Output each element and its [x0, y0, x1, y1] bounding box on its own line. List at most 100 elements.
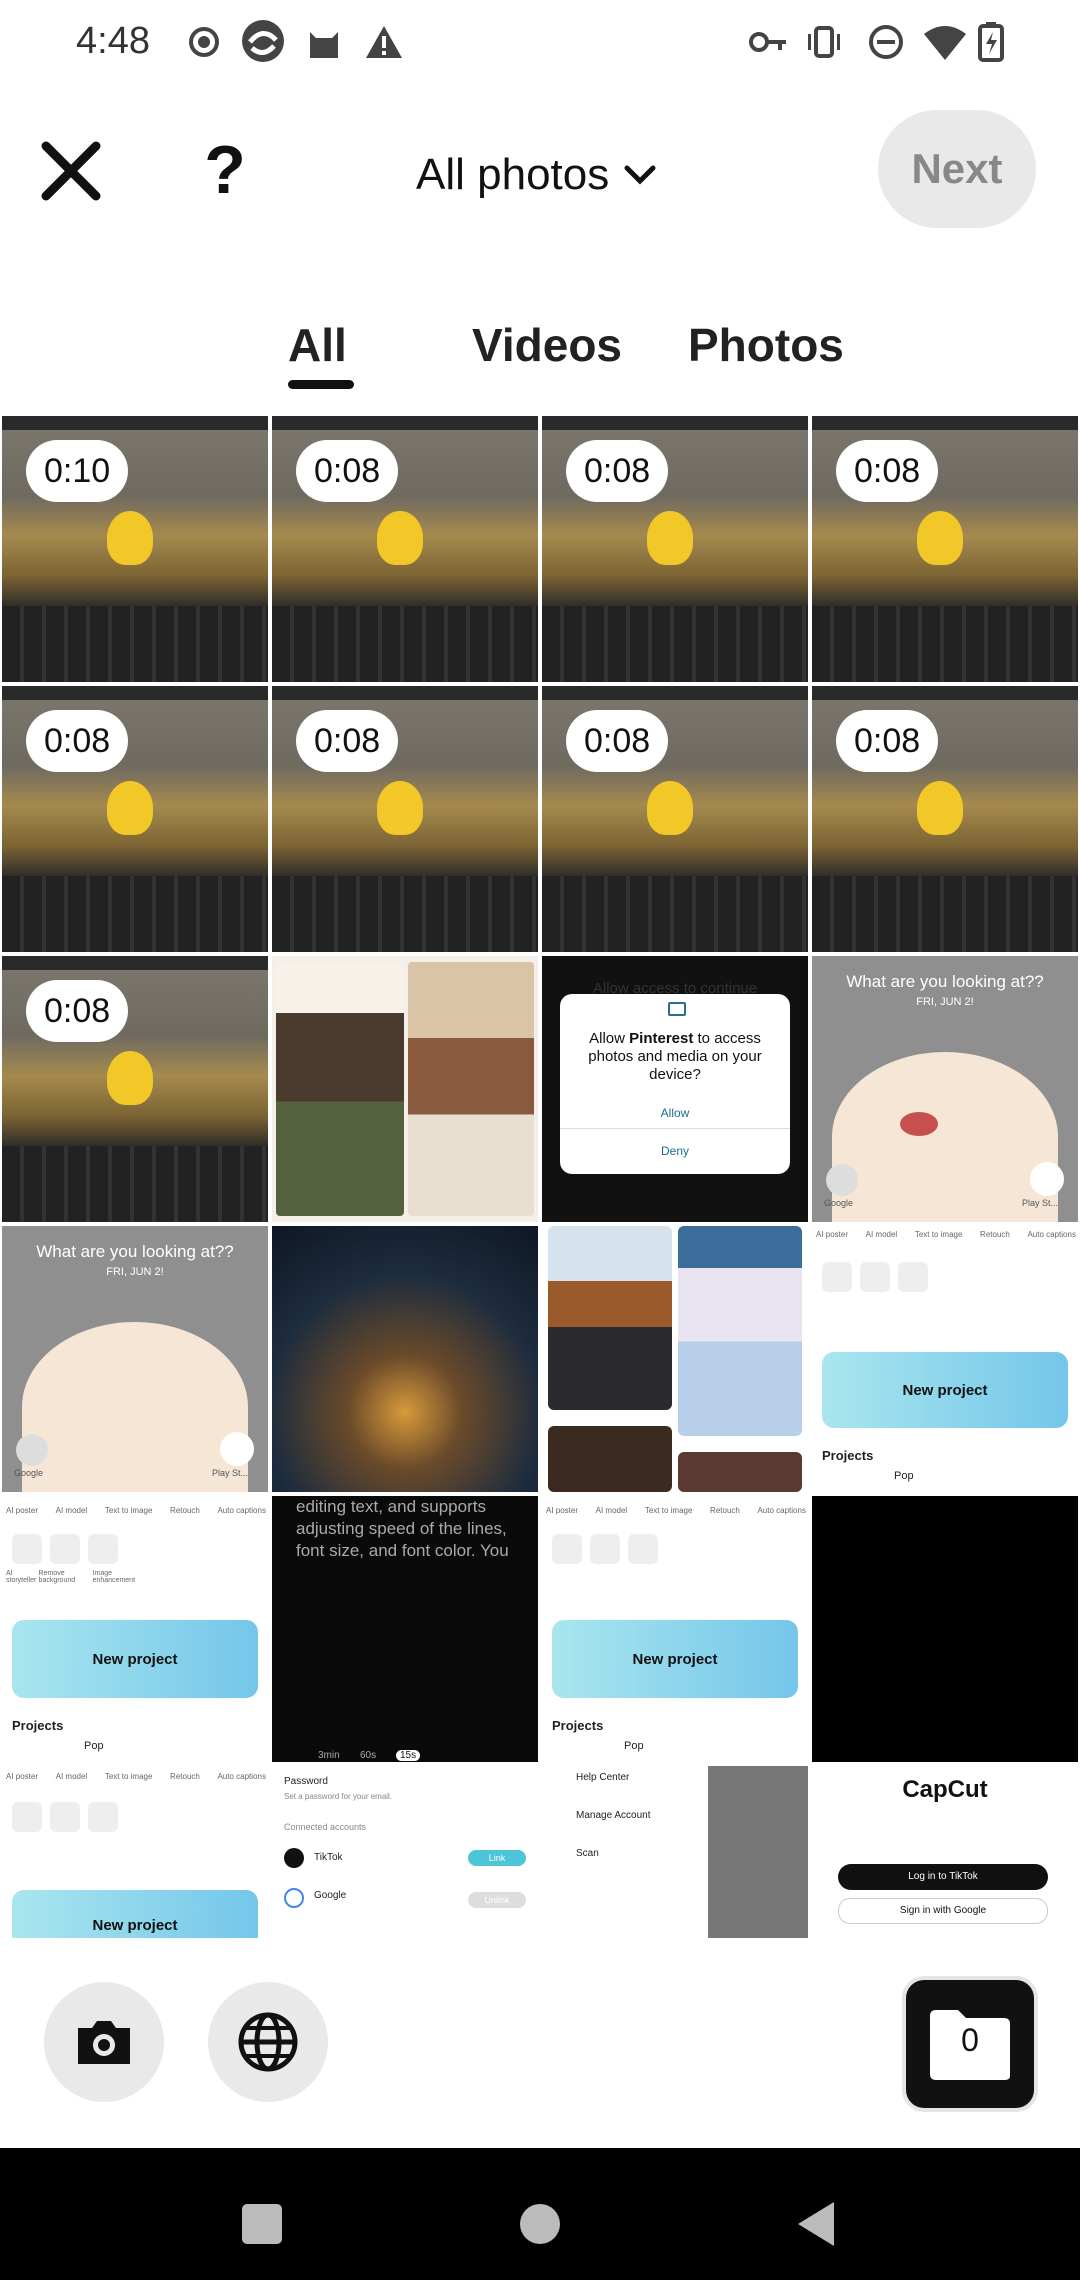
- new-project-button: New project: [552, 1620, 798, 1698]
- home-button[interactable]: [520, 2204, 560, 2244]
- new-project-button: New project: [822, 1352, 1068, 1428]
- tab-indicator: [288, 380, 354, 389]
- grid-item-video[interactable]: 0:08: [812, 416, 1078, 682]
- grid-item-permission-dialog-screenshot[interactable]: Allow access to continue Allow Pinterest…: [542, 956, 808, 1222]
- grid-item-capcut-login-screenshot[interactable]: CapCut Log in to TikTok Sign in with Goo…: [812, 1766, 1078, 1938]
- grid-item-video[interactable]: 0:10: [2, 416, 268, 682]
- grid-item-video[interactable]: 0:08: [2, 956, 268, 1222]
- grid-item-capcut-screenshot[interactable]: AI poster AI model Text to image Retouch Aut…: [812, 1226, 1078, 1492]
- grid-item-photo-anime-girls[interactable]: [272, 956, 538, 1222]
- record-icon: [189, 27, 219, 57]
- google-icon: [826, 1164, 858, 1196]
- sync-app-icon: [242, 20, 284, 62]
- dialog-deny: Deny: [660, 1144, 689, 1158]
- grid-item-account-settings-screenshot[interactable]: Password Set a password for your email. …: [272, 1766, 538, 1938]
- folder-icon: [668, 1002, 686, 1016]
- grid-item-lockscreen-screenshot[interactable]: What are you looking at?? FRI, JUN 2! Go…: [2, 1226, 268, 1492]
- duration-badge: 0:08: [836, 710, 939, 772]
- camera-icon: [78, 2021, 130, 2064]
- grid-item-black-screenshot[interactable]: [812, 1496, 1078, 1762]
- dark-text: editing text, and supports adjusting spe…: [296, 1497, 509, 1560]
- album-dropdown[interactable]: All photos: [416, 140, 657, 210]
- tool-labels: AI poster AI model Text to image Retouch Aut…: [546, 1506, 806, 1515]
- project-name: Pop: [894, 1470, 914, 1482]
- tab-all[interactable]: All: [288, 318, 347, 372]
- new-project-button: New project: [12, 1620, 258, 1698]
- grid-item-capcut-screenshot[interactable]: AI poster AI model Text to image Retouch Aut…: [2, 1766, 268, 1938]
- tiktok-icon: [284, 1848, 304, 1868]
- duration-badge: 0:08: [26, 710, 129, 772]
- web-search-button[interactable]: [208, 1982, 328, 2102]
- new-project-button: New project: [12, 1890, 258, 1938]
- project-name: Pop: [84, 1740, 104, 1752]
- grid-item-video[interactable]: 0:08: [812, 686, 1078, 952]
- clock: 4:48: [76, 20, 150, 62]
- album-label: All photos: [416, 150, 610, 199]
- status-bar: 4:48: [0, 0, 1080, 88]
- system-navigation-bar: [0, 2148, 1080, 2280]
- chevron-down-icon: [624, 165, 656, 185]
- password-label: Password: [284, 1776, 328, 1787]
- close-icon[interactable]: [36, 136, 106, 206]
- media-grid: 0:10 0:08 0:08 0:08 0:08 0:08 0:08 0:08 …: [0, 416, 1080, 1938]
- tool-labels: AI poster AI model Text to image Retouch Aut…: [6, 1506, 266, 1515]
- projects-heading: Projects: [552, 1718, 604, 1733]
- grid-item-video[interactable]: 0:08: [542, 686, 808, 952]
- google-label: Google: [824, 1198, 854, 1208]
- google-label: Google: [14, 1468, 44, 1478]
- battery-charging-icon: [978, 22, 1004, 62]
- vibrate-icon: [808, 26, 840, 58]
- selected-items-button[interactable]: 0: [906, 1980, 1034, 2108]
- tool-labels: AI poster AI model Text to image Retouch Aut…: [816, 1230, 1076, 1239]
- play-store-label: Play St...: [212, 1468, 249, 1478]
- dialog-allow: Allow: [660, 1106, 690, 1120]
- projects-heading: Projects: [12, 1718, 64, 1733]
- duration-badge: 0:08: [836, 440, 939, 502]
- grid-item-video[interactable]: 0:08: [2, 686, 268, 952]
- tab-videos[interactable]: Videos: [472, 318, 622, 372]
- grid-item-video[interactable]: 0:08: [272, 686, 538, 952]
- grid-item-photo-fantasy[interactable]: [272, 1226, 538, 1492]
- projects-heading: Projects: [822, 1448, 874, 1463]
- cat-icon: [310, 32, 338, 58]
- google-icon: [16, 1434, 48, 1466]
- duration-badge: 0:08: [566, 440, 669, 502]
- grid-item-video[interactable]: 0:08: [542, 416, 808, 682]
- play-store-label: Play St...: [1022, 1198, 1059, 1208]
- duration-badge: 0:10: [26, 440, 129, 502]
- globe-icon: [238, 2012, 298, 2072]
- duration-badge: 0:08: [296, 710, 399, 772]
- google-icon: [284, 1888, 304, 1908]
- grid-item-lockscreen-screenshot[interactable]: What are you looking at?? FRI, JUN 2! Go…: [812, 956, 1078, 1222]
- play-store-icon: [220, 1432, 254, 1466]
- lockscreen-message: What are you looking at??: [846, 972, 1044, 991]
- tool-labels: AI poster AI model Text to image Retouch Aut…: [6, 1772, 266, 1781]
- grid-item-video[interactable]: 0:08: [272, 416, 538, 682]
- duration-badge: 0:08: [566, 710, 669, 772]
- tab-photos[interactable]: Photos: [688, 318, 844, 372]
- lockscreen-date: FRI, JUN 2!: [106, 1266, 164, 1278]
- duration-badge: 0:08: [26, 980, 129, 1042]
- next-button[interactable]: Next: [878, 110, 1036, 228]
- project-name: Pop: [624, 1740, 644, 1752]
- grid-item-capcut-screenshot[interactable]: AI poster AI model Text to image Retouch Aut…: [542, 1496, 808, 1762]
- back-icon[interactable]: [794, 2200, 838, 2248]
- lockscreen-message: What are you looking at??: [36, 1242, 234, 1261]
- grid-item-settings-screenshot[interactable]: Help Center Manage Account Scan: [542, 1766, 808, 1938]
- vpn-key-icon: [749, 32, 786, 52]
- play-store-icon: [1030, 1162, 1064, 1196]
- grid-item-photo-princesses[interactable]: [542, 1226, 808, 1492]
- wifi-icon: [924, 26, 966, 60]
- warning-icon: [366, 26, 402, 58]
- camera-button[interactable]: [44, 1982, 164, 2102]
- help-button[interactable]: ?: [190, 130, 260, 210]
- lockscreen-date: FRI, JUN 2!: [916, 996, 974, 1008]
- recents-button[interactable]: [242, 2204, 282, 2244]
- duration-badge: 0:08: [296, 440, 399, 502]
- dialog-question: Allow Pinterest to access photos and med…: [588, 1030, 762, 1083]
- grid-item-capcut-screenshot[interactable]: AI poster AI model Text to image Retouch Aut…: [2, 1496, 268, 1762]
- selected-count: 0: [961, 2022, 979, 2058]
- do-not-disturb-icon: [869, 25, 903, 59]
- capcut-logo: CapCut: [902, 1776, 988, 1803]
- grid-item-dark-screenshot[interactable]: editing text, and supports adjusting spe…: [272, 1496, 538, 1762]
